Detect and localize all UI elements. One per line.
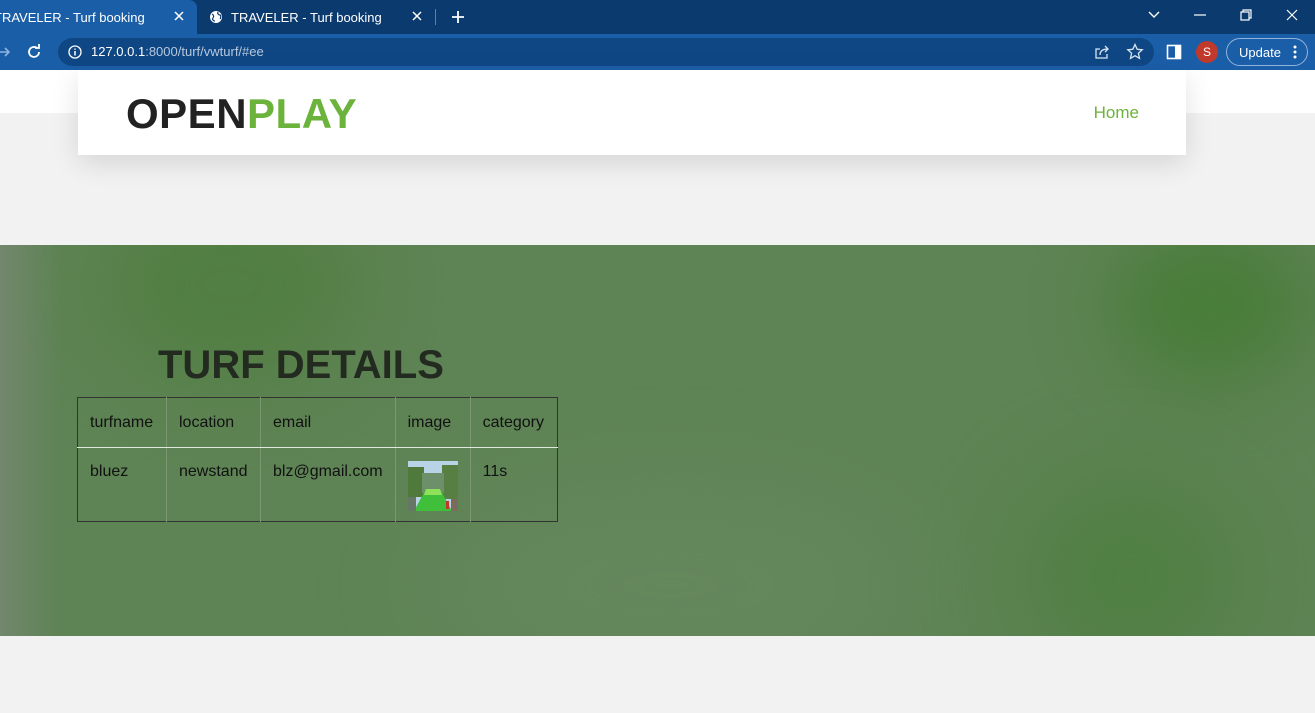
site-navbar: OPENPLAY Home: [78, 70, 1186, 155]
nav-link-home[interactable]: Home: [1094, 103, 1139, 123]
star-icon[interactable]: [1126, 43, 1144, 61]
site-logo[interactable]: OPENPLAY: [126, 90, 357, 138]
minimize-button[interactable]: [1188, 4, 1212, 26]
address-bar[interactable]: 127.0.0.1:8000/turf/vwturf/#ee: [58, 38, 1154, 66]
tab-title: TRAVELER - Turf booking: [231, 9, 382, 25]
update-label: Update: [1239, 44, 1281, 60]
turf-table: turfname location email image category b…: [77, 397, 558, 522]
turf-thumbnail-image: [407, 461, 458, 511]
hero-texture: [1110, 245, 1310, 385]
side-panel-icon[interactable]: [1166, 44, 1182, 60]
hero-section: TURF DETAILS turfname location email ima…: [0, 245, 1315, 636]
avatar[interactable]: S: [1196, 41, 1218, 63]
table-header-row: turfname location email image category: [77, 397, 558, 448]
close-icon: [1286, 9, 1298, 21]
info-icon[interactable]: [68, 45, 82, 59]
column-header-location: location: [166, 397, 261, 448]
tab-search-button[interactable]: [1142, 4, 1166, 26]
url-host: 127.0.0.1: [91, 44, 146, 59]
new-tab-button[interactable]: [448, 7, 468, 27]
minimize-icon: [1194, 14, 1206, 16]
tab-title: TRAVELER - Turf booking: [0, 9, 145, 25]
url-text[interactable]: 127.0.0.1:8000/turf/vwturf/#ee: [91, 44, 264, 59]
cell-category: 11s: [482, 463, 508, 480]
tab-active[interactable]: TRAVELER - Turf booking: [0, 0, 197, 34]
reload-icon: [28, 44, 40, 58]
browser-toolbar: 127.0.0.1:8000/turf/vwturf/#ee S Update: [0, 34, 1315, 70]
page-content: OPENPLAY Home TURF DETAILS turfname loca…: [0, 70, 1315, 713]
logo-part-play: PLAY: [247, 90, 358, 137]
column-header-image: image: [395, 397, 471, 448]
cell-location: newstand: [166, 447, 261, 522]
close-window-button[interactable]: [1280, 4, 1304, 26]
cell-email: blz@gmail.com: [260, 447, 396, 522]
logo-part-open: OPEN: [126, 90, 248, 137]
restore-button[interactable]: [1234, 4, 1258, 26]
column-header-category: category: [470, 397, 558, 448]
table-row: bluez newstand blz@gmail.com 11s: [77, 447, 558, 522]
tab-inactive[interactable]: TRAVELER - Turf booking: [197, 0, 435, 34]
url-path: :8000/turf/vwturf/#ee: [145, 44, 264, 59]
chevron-down-icon: [1148, 11, 1160, 18]
globe-icon: [210, 11, 222, 23]
close-icon[interactable]: [409, 8, 425, 24]
cell-image: [395, 447, 471, 522]
share-icon[interactable]: [1094, 44, 1110, 60]
update-button[interactable]: Update: [1226, 38, 1308, 66]
reload-button[interactable]: [24, 42, 44, 62]
more-vert-icon: [1293, 45, 1297, 59]
plus-icon: [452, 11, 464, 23]
cell-turfname: bluez: [77, 447, 167, 522]
forward-button[interactable]: [0, 42, 14, 62]
tab-separator: [435, 9, 436, 25]
column-header-turfname: turfname: [77, 397, 167, 448]
browser-tab-bar: TRAVELER - Turf booking TRAVELER - Turf …: [0, 0, 1315, 34]
column-header-email: email: [260, 397, 396, 448]
close-icon[interactable]: [171, 8, 187, 24]
arrow-right-icon: [0, 47, 11, 57]
hero-texture: [0, 245, 60, 636]
section-heading: TURF DETAILS: [158, 343, 444, 387]
hero-texture: [1020, 475, 1240, 636]
restore-icon: [1240, 9, 1252, 21]
